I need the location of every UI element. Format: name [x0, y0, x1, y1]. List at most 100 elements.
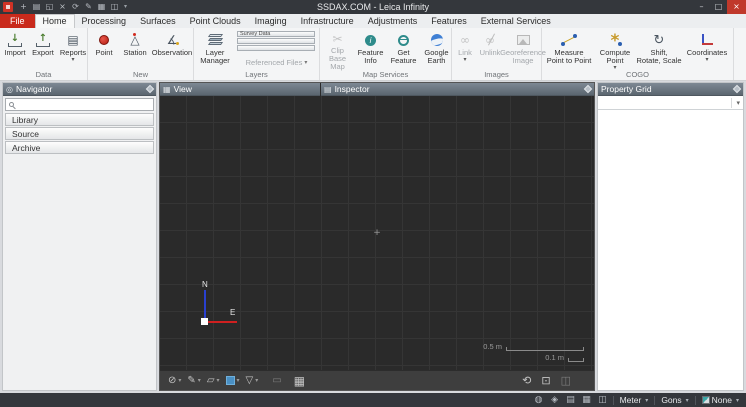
- chevron-down-icon: ▾: [736, 397, 739, 404]
- scale-bar: 0.5 m 0.1 m: [483, 340, 584, 362]
- new-point-button[interactable]: Point: [89, 29, 119, 71]
- shape-tool-button[interactable]: ▱▾: [204, 375, 223, 386]
- filter-icon: ▽: [246, 375, 254, 386]
- sidebar-item-source[interactable]: Source: [5, 127, 154, 140]
- extra-tool-button[interactable]: ▭: [269, 375, 284, 386]
- group-label-images: Images: [452, 70, 541, 80]
- window-layout-icon[interactable]: ◫: [108, 0, 121, 14]
- link-image-button[interactable]: ∞ Link ▾: [453, 29, 477, 71]
- status-window-icon[interactable]: ◫: [597, 393, 609, 407]
- tab-imaging[interactable]: Imaging: [248, 14, 294, 28]
- tab-point-clouds[interactable]: Point Clouds: [183, 14, 248, 28]
- tab-file[interactable]: File: [0, 14, 35, 28]
- tab-external-services[interactable]: External Services: [474, 14, 558, 28]
- statusbar-separator: [654, 396, 655, 405]
- tab-infrastructure[interactable]: Infrastructure: [294, 14, 361, 28]
- clip-base-map-button[interactable]: ✂ Clip Base Map: [321, 29, 354, 71]
- status-grid-icon[interactable]: ▦: [581, 393, 593, 407]
- chevron-down-icon: ▾: [645, 397, 648, 404]
- layers-preview-gallery[interactable]: Survey Data: [235, 31, 318, 55]
- coordinate-system-dropdown[interactable]: None ▾: [700, 395, 741, 405]
- refresh-view-button[interactable]: ⟲: [522, 374, 531, 387]
- sidebar-item-library[interactable]: Library: [5, 113, 154, 126]
- layer-preview-strip: [237, 38, 315, 44]
- tab-adjustments[interactable]: Adjustments: [361, 14, 425, 28]
- window-controls: – □ ×: [693, 0, 746, 14]
- view-headers: ▦ View ▤ Inspector: [160, 83, 594, 96]
- measure-point-to-point-button[interactable]: Measure Point to Point: [543, 29, 595, 71]
- group-label-data: Data: [0, 70, 87, 80]
- snap-tool-button[interactable]: ⊘▾: [165, 375, 184, 386]
- shift-rotate-scale-button[interactable]: ↻ Shift, Rotate, Scale: [635, 29, 683, 71]
- reports-button[interactable]: ▤ Reports ▾: [57, 29, 89, 71]
- layer-manager-button[interactable]: Layer Manager: [195, 29, 235, 71]
- georeference-image-icon: [517, 35, 530, 45]
- quick-access-chevron-icon[interactable]: ▾: [121, 0, 130, 14]
- save-icon[interactable]: ◱: [43, 0, 56, 14]
- grid-toggle-button[interactable]: ▦: [291, 374, 308, 388]
- titlebar: + ▤ ◱ × ⟳ ✎ ▦ ◫ ▾ SSDAX.COM - Leica Infi…: [0, 0, 746, 14]
- tab-surfaces[interactable]: Surfaces: [133, 14, 183, 28]
- lock-view-button[interactable]: ◫: [561, 374, 571, 387]
- draw-tool-button[interactable]: ✎▾: [184, 375, 203, 386]
- google-earth-button[interactable]: Google Earth: [420, 29, 453, 71]
- measure-point-to-point-icon: [561, 34, 578, 46]
- zoom-extent-button[interactable]: ⊡: [541, 374, 550, 387]
- tab-features[interactable]: Features: [424, 14, 474, 28]
- coordinates-icon: [701, 34, 713, 46]
- property-selector-dropdown[interactable]: ▾: [598, 96, 743, 110]
- unlink-icon: ∞: [485, 33, 495, 47]
- reports-icon: ▤: [67, 31, 78, 49]
- pin-icon[interactable]: [146, 85, 154, 93]
- tab-home[interactable]: Home: [35, 14, 75, 28]
- refresh-icon[interactable]: ⟳: [69, 0, 82, 14]
- open-project-icon[interactable]: ▤: [30, 0, 43, 14]
- filter-tool-button[interactable]: ▽▾: [243, 375, 262, 386]
- observation-icon: ∡: [167, 33, 178, 47]
- inspector-panel-header[interactable]: ▤ Inspector: [321, 83, 594, 96]
- get-feature-icon: [398, 35, 409, 46]
- status-list-icon[interactable]: ▤: [565, 393, 577, 407]
- distance-unit-dropdown[interactable]: Meter ▾: [618, 395, 651, 405]
- sidebar-item-archive[interactable]: Archive: [5, 141, 154, 154]
- view-panel-header[interactable]: ▦ View: [160, 83, 320, 96]
- distance-unit-value: Meter: [620, 395, 642, 405]
- coordinates-button[interactable]: Coordinates ▾: [683, 29, 731, 71]
- map-canvas[interactable]: + N E 0.5 m 0.1 m: [160, 96, 594, 370]
- navigator-icon: ◎: [6, 85, 13, 94]
- referenced-files-button[interactable]: Referenced Files ▾: [235, 58, 318, 67]
- status-flag-icon[interactable]: ◈: [549, 393, 561, 407]
- tab-processing[interactable]: Processing: [75, 14, 134, 28]
- background-tool-button[interactable]: ▾: [223, 376, 243, 385]
- get-feature-button[interactable]: Get Feature: [387, 29, 420, 71]
- new-document-icon[interactable]: +: [17, 0, 30, 14]
- close-button[interactable]: ×: [727, 0, 746, 14]
- new-station-button[interactable]: △ Station: [119, 29, 151, 71]
- angle-unit-dropdown[interactable]: Gons ▾: [659, 395, 690, 405]
- delete-icon[interactable]: ×: [56, 0, 69, 14]
- pin-icon[interactable]: [733, 85, 741, 93]
- app-logo-icon[interactable]: [3, 2, 13, 12]
- edit-icon[interactable]: ✎: [82, 0, 95, 14]
- background-color-icon: [226, 376, 235, 385]
- canvas-center-marker: +: [373, 228, 381, 238]
- minimize-button[interactable]: –: [693, 0, 710, 14]
- statusbar-separator: [695, 396, 696, 405]
- import-button[interactable]: ↓ Import: [1, 29, 29, 71]
- chevron-down-icon: ▾: [705, 57, 708, 63]
- feature-info-button[interactable]: i Feature Info: [354, 29, 387, 71]
- maximize-button[interactable]: □: [710, 0, 727, 14]
- east-axis: [204, 321, 237, 323]
- export-button[interactable]: ↑ Export: [29, 29, 57, 71]
- new-observation-button[interactable]: ∡ Observation: [151, 29, 193, 71]
- status-globe-icon[interactable]: ◍: [533, 393, 545, 407]
- georeference-image-button[interactable]: Georeference Image: [503, 29, 543, 71]
- link-icon: ∞: [460, 31, 470, 49]
- table-icon[interactable]: ▦: [95, 0, 108, 14]
- pin-icon[interactable]: [584, 85, 592, 93]
- navigator-search: [5, 98, 154, 111]
- search-input[interactable]: [17, 100, 150, 109]
- coordinate-system-value: None: [712, 395, 732, 405]
- ribbon-group-cogo: Measure Point to Point * Compute Point ▾…: [542, 28, 734, 80]
- compute-point-button[interactable]: * Compute Point ▾: [595, 29, 635, 71]
